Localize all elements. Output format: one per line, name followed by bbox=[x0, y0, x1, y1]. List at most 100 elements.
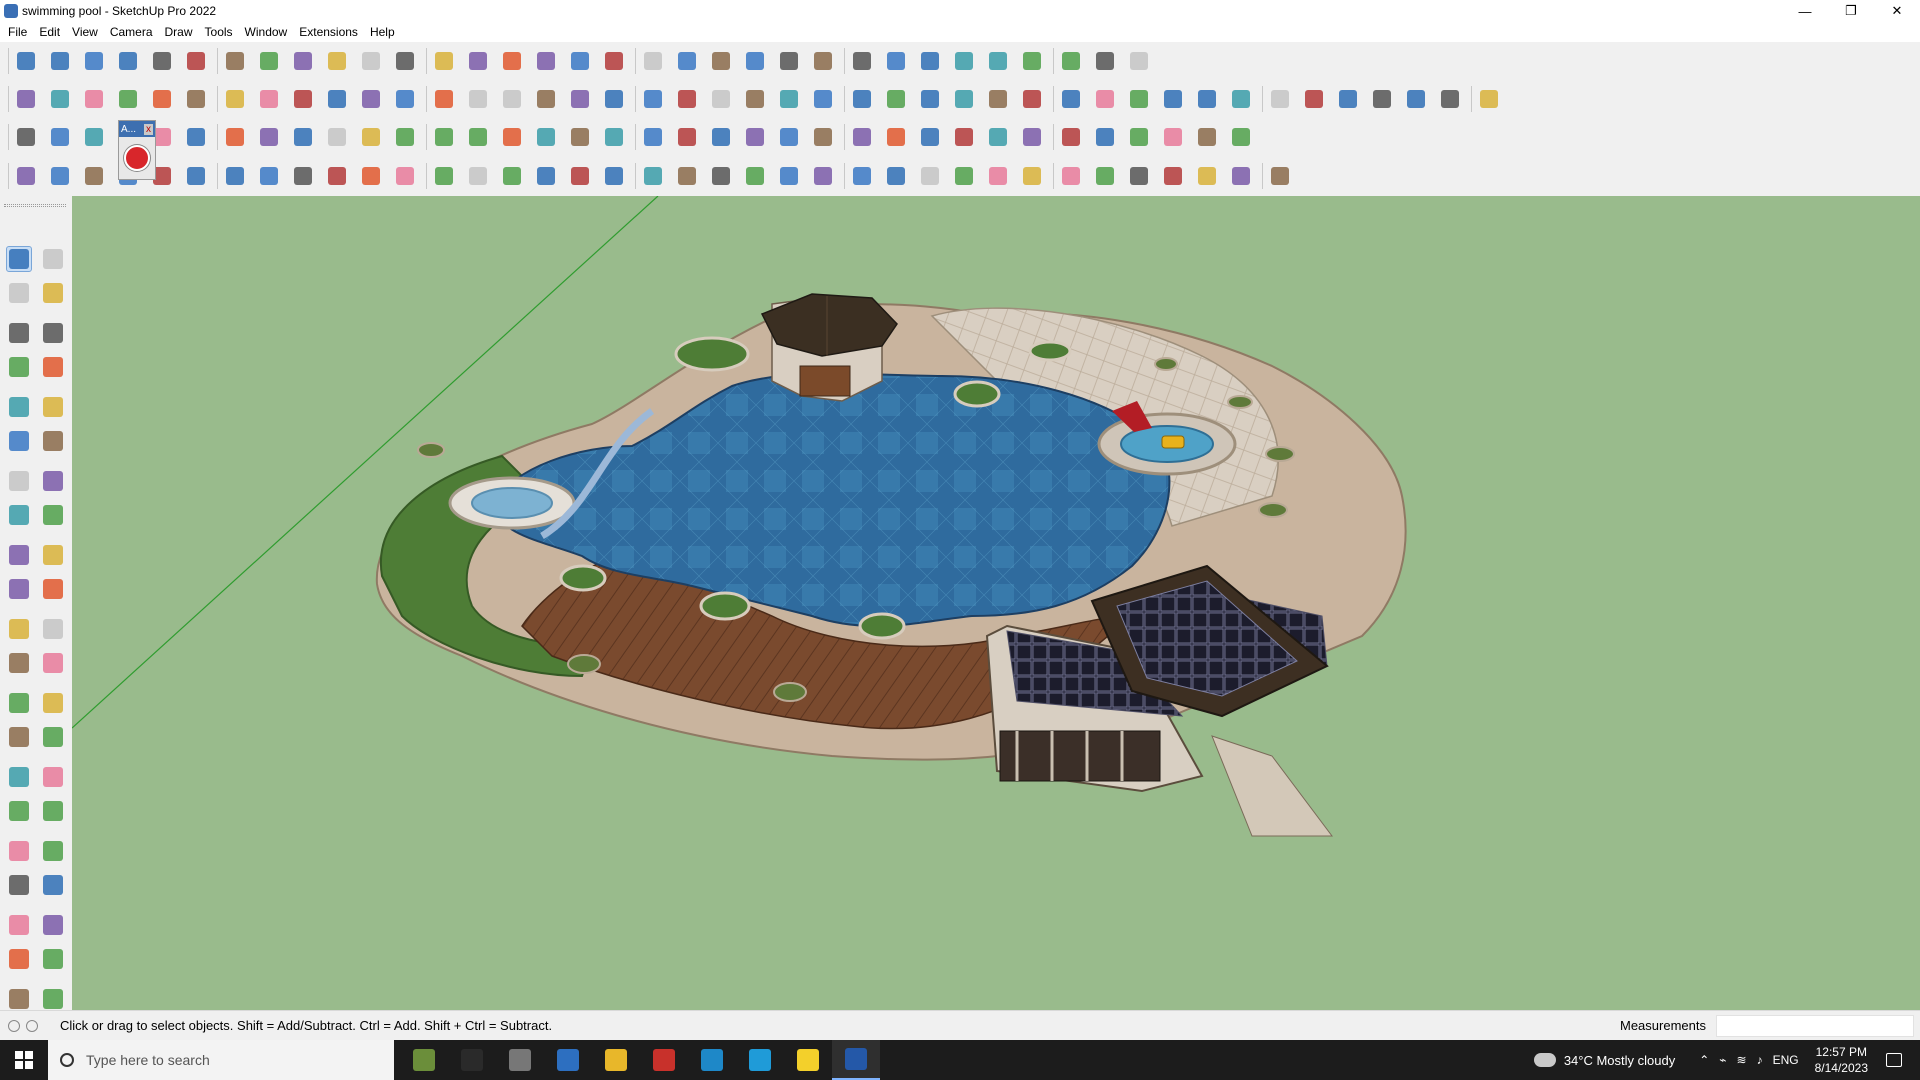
weather-icon[interactable] bbox=[1529, 1048, 1556, 1067]
curve-edit-icon[interactable] bbox=[47, 163, 73, 189]
cross-red-icon[interactable] bbox=[465, 124, 491, 150]
toolbar-grip[interactable] bbox=[8, 163, 9, 189]
geo-location-icon[interactable] bbox=[8, 1019, 20, 1032]
follow-me-icon[interactable] bbox=[256, 48, 282, 74]
curve-lines-icon[interactable] bbox=[392, 124, 418, 150]
house-side-icon[interactable] bbox=[601, 86, 627, 112]
star-plane-icon[interactable] bbox=[674, 163, 700, 189]
layers-icon[interactable] bbox=[6, 986, 32, 1012]
menu-help[interactable]: Help bbox=[366, 25, 403, 39]
search-icon[interactable] bbox=[13, 48, 39, 74]
sandbox-icon[interactable] bbox=[1335, 86, 1361, 112]
menu-camera[interactable]: Camera bbox=[106, 25, 161, 39]
profile-icon[interactable] bbox=[776, 48, 802, 74]
ball-icon[interactable] bbox=[256, 163, 282, 189]
house-icon[interactable] bbox=[640, 86, 666, 112]
start-button[interactable] bbox=[0, 1040, 48, 1080]
polygon-icon[interactable] bbox=[40, 428, 66, 454]
magnet-icon[interactable] bbox=[849, 124, 875, 150]
puzzle-icon[interactable] bbox=[883, 124, 909, 150]
trimble-icon[interactable] bbox=[1126, 48, 1152, 74]
spiral-icon[interactable] bbox=[1160, 86, 1186, 112]
protractor-icon[interactable] bbox=[6, 690, 32, 716]
toolbar-grip[interactable] bbox=[4, 204, 66, 207]
position-camera-icon[interactable] bbox=[6, 872, 32, 898]
circle-icon[interactable] bbox=[883, 86, 909, 112]
spiky-icon[interactable] bbox=[1160, 163, 1186, 189]
texture-icon[interactable] bbox=[1301, 86, 1327, 112]
walk-icon[interactable] bbox=[6, 912, 32, 938]
intersect-icon[interactable] bbox=[47, 86, 73, 112]
cylinder-icon[interactable] bbox=[883, 163, 909, 189]
menu-file[interactable]: File bbox=[4, 25, 35, 39]
flip-icon[interactable] bbox=[917, 48, 943, 74]
eraser-icon[interactable] bbox=[40, 280, 66, 306]
select-icon[interactable] bbox=[6, 246, 32, 272]
paint-icon[interactable] bbox=[465, 48, 491, 74]
stack-icon[interactable] bbox=[256, 124, 282, 150]
axis-n-icon[interactable] bbox=[256, 86, 282, 112]
pencil-icon[interactable] bbox=[810, 86, 836, 112]
orbit-hand-icon[interactable] bbox=[40, 246, 66, 272]
menu-view[interactable]: View bbox=[68, 25, 106, 39]
wedge-icon[interactable] bbox=[499, 163, 525, 189]
weather-text[interactable]: 34°C Mostly cloudy bbox=[1564, 1053, 1675, 1068]
edge-icon[interactable] bbox=[736, 1040, 784, 1080]
leaf-icon[interactable] bbox=[640, 163, 666, 189]
file-explorer-icon[interactable] bbox=[592, 1040, 640, 1080]
soften-icon[interactable] bbox=[1267, 86, 1293, 112]
section-icon[interactable] bbox=[40, 912, 66, 938]
diamond-icon[interactable] bbox=[47, 124, 73, 150]
close-button[interactable]: ✕ bbox=[1874, 0, 1920, 22]
followme-icon[interactable] bbox=[40, 576, 66, 602]
zoom-icon[interactable] bbox=[567, 48, 593, 74]
pie-icon[interactable] bbox=[6, 502, 32, 528]
tree-icon[interactable] bbox=[1228, 163, 1254, 189]
ramp-icon[interactable] bbox=[742, 163, 768, 189]
comb-icon[interactable] bbox=[567, 163, 593, 189]
bezier-icon[interactable] bbox=[1092, 86, 1118, 112]
extension-warehouse-icon[interactable] bbox=[674, 48, 700, 74]
zoom-extents-icon[interactable] bbox=[6, 838, 32, 864]
shadow-icon[interactable] bbox=[392, 86, 418, 112]
previous-view-icon[interactable] bbox=[40, 838, 66, 864]
orbit-icon[interactable] bbox=[6, 764, 32, 790]
line-tool-icon[interactable] bbox=[115, 48, 141, 74]
restore-button[interactable]: ❐ bbox=[1828, 0, 1874, 22]
text-tool-icon[interactable] bbox=[431, 48, 457, 74]
rotate-icon[interactable] bbox=[6, 576, 32, 602]
tape-icon[interactable] bbox=[40, 320, 66, 346]
sketchup-icon[interactable] bbox=[832, 1040, 880, 1080]
pushpull-icon[interactable] bbox=[222, 48, 248, 74]
extension-manager-icon[interactable] bbox=[742, 48, 768, 74]
grid-orange-icon[interactable] bbox=[1058, 124, 1084, 150]
knot-icon[interactable] bbox=[708, 124, 734, 150]
menu-tools[interactable]: Tools bbox=[201, 25, 241, 39]
paint-icon[interactable] bbox=[6, 280, 32, 306]
corner-icon[interactable] bbox=[358, 163, 384, 189]
red-box-icon[interactable] bbox=[222, 124, 248, 150]
menu-draw[interactable]: Draw bbox=[161, 25, 201, 39]
fountain-icon[interactable] bbox=[601, 124, 627, 150]
orbit-icon[interactable] bbox=[499, 48, 525, 74]
minecraft-icon[interactable] bbox=[400, 1040, 448, 1080]
face-icon[interactable] bbox=[499, 86, 525, 112]
checker-icon[interactable] bbox=[1019, 163, 1045, 189]
toolbar-grip[interactable] bbox=[8, 48, 9, 74]
zoom-window-icon[interactable] bbox=[40, 798, 66, 824]
plane-icon[interactable] bbox=[81, 124, 107, 150]
cone-icon[interactable] bbox=[567, 124, 593, 150]
circle-icon[interactable] bbox=[6, 428, 32, 454]
floating-panel[interactable]: A... x bbox=[118, 120, 156, 180]
lasso-icon[interactable] bbox=[1126, 86, 1152, 112]
menu-extensions[interactable]: Extensions bbox=[295, 25, 366, 39]
toolbar-grip[interactable] bbox=[8, 124, 9, 150]
group-icon[interactable] bbox=[849, 48, 875, 74]
plane-alt-icon[interactable] bbox=[985, 163, 1011, 189]
headset-icon[interactable] bbox=[448, 1040, 496, 1080]
bars-icon[interactable] bbox=[810, 163, 836, 189]
hand-icon[interactable] bbox=[601, 163, 627, 189]
box-3d-icon[interactable] bbox=[324, 124, 350, 150]
grid-tan-icon[interactable] bbox=[1126, 124, 1152, 150]
redo-icon[interactable] bbox=[1092, 48, 1118, 74]
